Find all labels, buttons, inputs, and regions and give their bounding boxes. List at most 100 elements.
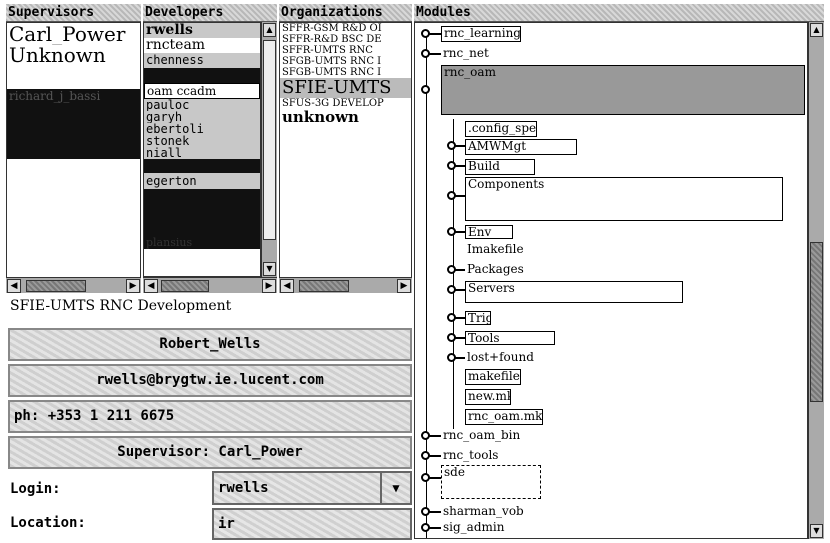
left-arrow-icon[interactable]: ◀ (144, 279, 158, 293)
tree-item[interactable]: rnc_learning (441, 26, 521, 42)
scroll-thumb[interactable] (161, 280, 209, 292)
dropdown-icon[interactable]: ▼ (380, 473, 410, 503)
up-arrow-icon[interactable]: ▲ (810, 23, 823, 37)
list-item[interactable]: stonek (144, 135, 260, 147)
list-item[interactable]: SFUS-3G DEVELOP (280, 98, 411, 109)
list-item[interactable]: richard_j_bassi (7, 89, 140, 103)
supervisors-panel: Supervisors Carl_Power Unknown richard_j… (6, 4, 141, 293)
supervisors-header: Supervisors (6, 4, 141, 22)
phone-row: ph: +353 1 211 6675 (8, 400, 412, 433)
list-item[interactable]: niall (144, 147, 260, 159)
tree-item[interactable]: AMWMgt (465, 139, 577, 155)
list-item[interactable] (144, 201, 260, 213)
tree-item[interactable]: Tools (465, 331, 555, 345)
modules-panel: Modules rnc_learning rnc_net rnc_oam .co… (414, 4, 824, 539)
down-arrow-icon[interactable]: ▼ (810, 524, 823, 538)
left-arrow-icon[interactable]: ◀ (7, 279, 21, 293)
scroll-thumb[interactable] (263, 40, 276, 240)
supervisors-hscrollbar[interactable]: ◀ ▶ (6, 277, 141, 293)
list-item[interactable] (7, 117, 140, 131)
tree-item[interactable]: rnc_net (441, 47, 495, 61)
list-item[interactable]: oam ccadm (144, 83, 260, 99)
tree-item[interactable]: Trig (465, 311, 491, 325)
tree-item-selected[interactable]: rnc_oam (441, 65, 805, 115)
list-item[interactable] (144, 213, 260, 225)
developer-supervisor: Supervisor: Carl_Power (117, 444, 303, 460)
developers-header: Developers (143, 4, 277, 22)
list-item[interactable]: SFFR-R&D BSC DE (280, 34, 411, 45)
list-item[interactable]: SFGB-UMTS RNC I (280, 67, 411, 78)
organizations-panel: Organizations SFFR-GSM R&D OI SFFR-R&D B… (279, 4, 412, 293)
org-line: SFIE-UMTS RNC Development (10, 298, 232, 314)
login-value: rwells (218, 480, 269, 496)
list-item[interactable]: SFGB-UMTS RNC I (280, 56, 411, 67)
login-label: Login: (10, 481, 61, 497)
tree-item[interactable]: rnc_tools (441, 449, 503, 463)
location-field[interactable]: ir (212, 508, 412, 540)
list-item[interactable] (7, 65, 140, 89)
list-item[interactable]: SFFR-GSM R&D OI (280, 23, 411, 34)
list-item[interactable]: chenness (144, 53, 260, 68)
tree-item[interactable]: .config_spec (465, 121, 537, 137)
organizations-list[interactable]: SFFR-GSM R&D OI SFFR-R&D BSC DE SFFR-UMT… (279, 22, 412, 293)
list-item[interactable] (144, 68, 260, 83)
tree-item[interactable]: Imakefile (465, 243, 531, 259)
tree-item[interactable]: new.mk (465, 389, 511, 405)
list-item[interactable] (7, 103, 140, 117)
right-arrow-icon[interactable]: ▶ (262, 279, 276, 293)
list-item[interactable]: SFIE-UMTS (280, 78, 411, 98)
organizations-hscrollbar[interactable]: ◀ ▶ (279, 277, 412, 293)
list-item[interactable] (144, 159, 260, 173)
tree-item[interactable]: sharman_vob (441, 505, 529, 519)
right-arrow-icon[interactable]: ▶ (126, 279, 140, 293)
tree-item[interactable]: Servers (465, 281, 683, 303)
scroll-thumb[interactable] (299, 280, 349, 292)
up-arrow-icon[interactable]: ▲ (263, 23, 276, 37)
organizations-header: Organizations (279, 4, 412, 22)
supervisor-row: Supervisor: Carl_Power (8, 436, 412, 469)
developer-email: rwells@brygtw.ie.lucent.com (96, 372, 324, 388)
list-item[interactable]: egerton (144, 173, 260, 189)
list-item[interactable]: rwells (144, 23, 260, 38)
list-item[interactable] (144, 225, 260, 237)
tree-item[interactable]: rnc_oam_bin (441, 429, 523, 443)
list-item[interactable] (7, 145, 140, 159)
left-arrow-icon[interactable]: ◀ (280, 279, 294, 293)
modules-tree[interactable]: rnc_learning rnc_net rnc_oam .config_spe… (414, 22, 808, 539)
list-item[interactable]: garyh (144, 111, 260, 123)
developers-hscrollbar[interactable]: ◀ ▶ (143, 277, 277, 293)
modules-header: Modules (414, 4, 824, 22)
list-item[interactable] (144, 189, 260, 201)
modules-vscrollbar[interactable]: ▲ ▼ (808, 22, 824, 539)
developers-vscrollbar[interactable]: ▲ ▼ (261, 22, 277, 277)
tree-item[interactable]: sig_admin (441, 521, 529, 535)
list-item[interactable] (7, 131, 140, 145)
tree-item[interactable]: rnc_oam.mk (465, 409, 543, 425)
tree-item[interactable]: Env (465, 225, 513, 239)
list-item[interactable]: SFFR-UMTS RNC (280, 45, 411, 56)
tree-item[interactable]: Components (465, 177, 783, 221)
list-item[interactable]: ebertoli (144, 123, 260, 135)
tree-item[interactable]: Packages (465, 263, 527, 277)
scroll-thumb[interactable] (810, 242, 823, 402)
list-item[interactable]: rncteam (144, 38, 260, 53)
down-arrow-icon[interactable]: ▼ (263, 262, 276, 276)
list-item[interactable]: Unknown (7, 45, 140, 65)
tree-node-icon[interactable] (421, 85, 430, 94)
scroll-thumb[interactable] (26, 280, 86, 292)
right-arrow-icon[interactable]: ▶ (397, 279, 411, 293)
tree-item[interactable]: lost+found (465, 351, 537, 365)
tree-item[interactable]: sde (441, 465, 541, 499)
list-item[interactable]: Carl_Power (7, 23, 140, 45)
list-item[interactable]: pauloc (144, 99, 260, 111)
list-item[interactable]: unknown (280, 109, 411, 126)
login-select[interactable]: rwells ▼ (212, 471, 412, 505)
supervisors-list[interactable]: Carl_Power Unknown richard_j_bassi (6, 22, 141, 293)
name-row: Robert_Wells (8, 328, 412, 361)
tree-item[interactable]: makefile (465, 369, 521, 385)
location-value: ir (218, 516, 235, 532)
location-label: Location: (10, 515, 86, 531)
developers-list[interactable]: rwells rncteam chenness oam ccadm pauloc… (143, 22, 261, 277)
tree-item[interactable]: Build (465, 159, 535, 175)
list-item[interactable]: plansius (144, 237, 260, 249)
